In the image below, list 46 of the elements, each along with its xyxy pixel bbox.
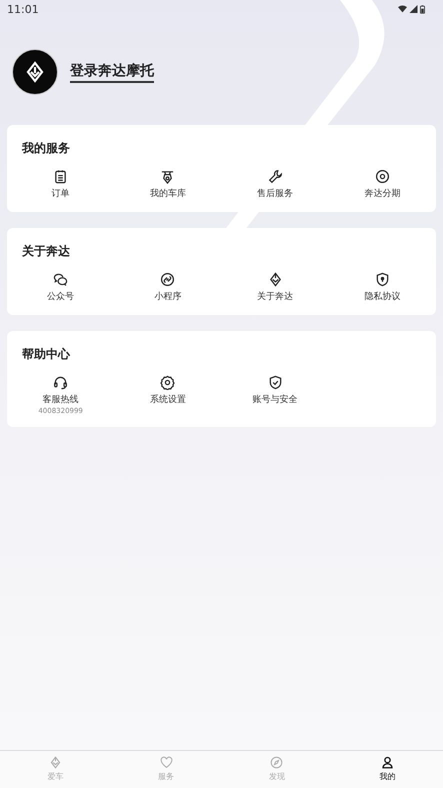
scooter-icon xyxy=(160,169,176,184)
menu-label: 公众号 xyxy=(47,290,74,303)
menu-label: 关于奔达 xyxy=(257,290,294,303)
heart-icon xyxy=(160,756,173,769)
shield-check-icon xyxy=(268,375,283,390)
menu-item[interactable]: 奔达分期 xyxy=(328,169,436,200)
shield-lock-icon xyxy=(374,272,390,287)
menu-label: 隐私协议 xyxy=(364,290,400,303)
disc-icon xyxy=(374,169,390,184)
signal-icon xyxy=(409,5,418,13)
section-title: 关于奔达 xyxy=(22,243,70,260)
menu-item[interactable]: 售后服务 xyxy=(222,169,329,200)
wrench-icon xyxy=(268,169,283,184)
menu-label: 账号与安全 xyxy=(252,394,298,406)
menu-label: 售后服务 xyxy=(257,188,294,200)
chat-icon xyxy=(53,272,68,287)
section-title: 帮助中心 xyxy=(22,346,70,363)
menu-label: 客服热线 xyxy=(42,394,79,406)
section-title: 我的服务 xyxy=(22,140,70,157)
person-icon xyxy=(381,756,394,769)
gear-icon xyxy=(160,375,176,390)
login-link[interactable]: 登录奔达摩托 xyxy=(70,62,154,82)
wifi-icon xyxy=(398,5,407,13)
menu-item[interactable]: 小程序 xyxy=(114,272,222,303)
menu-item[interactable]: 账号与安全 xyxy=(222,375,329,415)
menu-item[interactable]: 我的车库 xyxy=(114,169,222,200)
headset-icon xyxy=(53,375,68,390)
menu-label: 订单 xyxy=(52,188,70,200)
nav-tab[interactable]: 我的 xyxy=(332,751,443,788)
battery-icon xyxy=(420,4,425,14)
menu-label: 系统设置 xyxy=(150,394,186,406)
diamond-logo-icon xyxy=(268,272,283,287)
compass-icon xyxy=(270,756,284,769)
status-time: 11:01 xyxy=(7,2,39,16)
menu-label: 小程序 xyxy=(154,290,182,303)
brand-avatar-icon[interactable] xyxy=(12,49,58,95)
menu-item[interactable]: 订单 xyxy=(7,169,114,200)
link-circle-icon xyxy=(160,272,176,287)
menu-item[interactable]: 关于奔达 xyxy=(222,272,329,303)
menu-label: 奔达分期 xyxy=(364,188,400,200)
menu-item[interactable]: 公众号 xyxy=(7,272,114,303)
diamond-logo-icon xyxy=(48,756,62,769)
menu-item[interactable]: 系统设置 xyxy=(114,375,222,415)
menu-item[interactable]: 隐私协议 xyxy=(328,272,436,303)
menu-label: 我的车库 xyxy=(150,188,186,200)
clipboard-icon xyxy=(53,169,68,184)
